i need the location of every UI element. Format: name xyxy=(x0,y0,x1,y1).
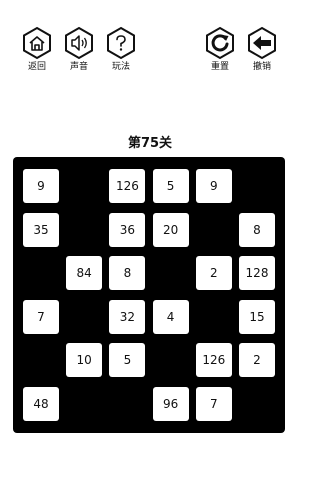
reset-icon xyxy=(206,26,234,60)
rules-label: 玩法 xyxy=(111,62,130,72)
number-tile[interactable]: 9 xyxy=(195,169,232,203)
sound-button[interactable]: 声音 xyxy=(59,26,99,73)
number-tile[interactable]: 15 xyxy=(239,299,275,334)
question-icon xyxy=(107,26,135,60)
number-tile[interactable]: 20 xyxy=(152,212,189,247)
undo-label: 撤销 xyxy=(252,62,271,72)
number-tile[interactable]: 9 xyxy=(23,169,59,203)
rules-button[interactable]: 玩法 xyxy=(101,26,141,73)
home-icon xyxy=(23,26,51,60)
number-tile[interactable]: 7 xyxy=(195,387,232,421)
number-tile[interactable]: 35 xyxy=(23,212,59,247)
number-tile[interactable]: 5 xyxy=(109,343,146,378)
arrow-left-icon xyxy=(248,26,276,60)
back-label: 返回 xyxy=(27,62,46,72)
undo-button[interactable]: 撤销 xyxy=(242,26,282,73)
number-tile[interactable]: 10 xyxy=(66,343,103,378)
number-tile[interactable]: 48 xyxy=(23,387,59,421)
number-tile[interactable]: 4 xyxy=(152,299,189,334)
number-tile[interactable]: 5 xyxy=(152,169,189,203)
number-tile[interactable]: 8 xyxy=(239,212,275,247)
speaker-icon xyxy=(65,26,93,60)
number-tile[interactable]: 96 xyxy=(152,387,189,421)
number-tile[interactable]: 8 xyxy=(109,256,146,291)
top-toolbar: 返回 声音 玩法 重置 撤销 xyxy=(0,0,300,80)
number-tile[interactable]: 128 xyxy=(239,256,275,291)
number-tile[interactable]: 7 xyxy=(23,299,59,334)
level-title: 第75关 xyxy=(127,136,173,151)
reset-label: 重置 xyxy=(210,62,229,72)
sound-label: 声音 xyxy=(69,62,88,72)
number-tile[interactable]: 36 xyxy=(109,212,146,247)
number-tile[interactable]: 126 xyxy=(195,343,232,378)
reset-button[interactable]: 重置 xyxy=(200,26,240,73)
game-board: 9 126 5 9 35 36 20 8 84 8 2 128 7 32 4 15 10 5 126 2 48 96 7 xyxy=(13,157,285,433)
back-button[interactable]: 返回 xyxy=(17,26,57,73)
number-tile[interactable]: 2 xyxy=(195,256,232,291)
number-tile[interactable]: 126 xyxy=(109,169,146,203)
number-tile[interactable]: 32 xyxy=(109,299,146,334)
number-tile[interactable]: 84 xyxy=(66,256,103,291)
number-tile[interactable]: 2 xyxy=(239,343,275,378)
